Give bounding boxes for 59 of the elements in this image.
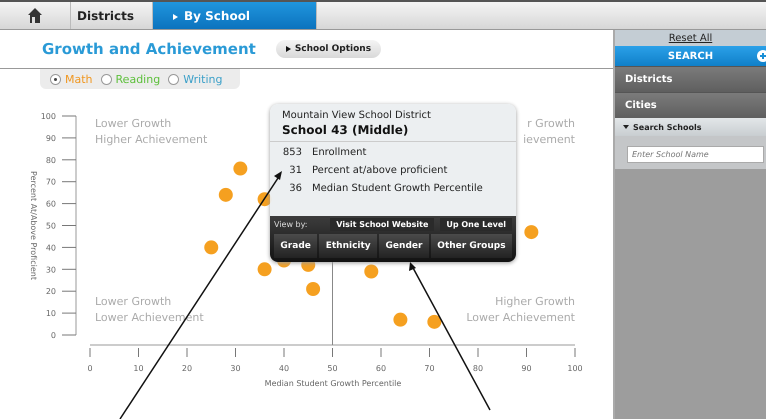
stat-label: Median Student Growth Percentile <box>312 183 483 195</box>
sidebar-section[interactable]: Districts <box>615 66 766 92</box>
tick-label: 100 <box>567 364 583 373</box>
stat-label: Enrollment <box>312 147 366 159</box>
stat-value: 36 <box>288 183 302 195</box>
data-point[interactable] <box>427 314 442 329</box>
quadrant-label: Lower Growth Higher Achievement <box>95 117 208 146</box>
tick-label: 80 <box>46 156 56 165</box>
tick-label: 30 <box>46 265 56 274</box>
tick-label: 40 <box>46 243 56 252</box>
tick-label: 0 <box>87 364 93 373</box>
stat-value: 31 <box>288 165 302 177</box>
radio-button[interactable] <box>168 74 180 84</box>
play-icon <box>286 46 291 52</box>
district-name: Mountain View School District <box>282 110 432 121</box>
nav-tab[interactable]: By School <box>153 2 317 29</box>
view-by-label: View by: <box>274 220 308 229</box>
options-button[interactable]: School Options <box>276 40 382 58</box>
tick-label: 20 <box>46 287 56 296</box>
tick-label: 60 <box>46 200 56 209</box>
group-button[interactable]: Grade <box>274 234 318 258</box>
play-icon <box>173 14 178 20</box>
sidebar-section[interactable]: Cities <box>615 92 766 118</box>
tick-label: 50 <box>46 222 56 230</box>
plus-icon[interactable] <box>757 50 766 62</box>
quadrant-label: Higher Growth Lower Achievement <box>466 295 575 324</box>
section-header[interactable]: Search Schools <box>615 118 766 136</box>
link-button[interactable]: Visit School Website <box>330 218 434 231</box>
tick-label: 40 <box>278 364 290 373</box>
tick-label: 50 <box>327 364 338 373</box>
tick-label: 70 <box>46 178 56 187</box>
stat-label: Percent at/above proficient <box>312 165 448 177</box>
tick-label: 20 <box>182 364 192 373</box>
quadrant-label: r Growth ievement <box>523 117 575 146</box>
school-name-field[interactable]: Enter School Name <box>627 146 764 163</box>
page-title: Growth and Achievement <box>42 40 256 58</box>
stat-value: 853 <box>282 147 302 159</box>
tick-label: 80 <box>472 364 484 373</box>
axis-label: Median Student Growth Percentile <box>264 379 402 388</box>
tick-label: 90 <box>46 134 56 143</box>
caret-icon <box>623 125 629 129</box>
tick-label: 90 <box>521 364 532 373</box>
group-button[interactable]: Other Groups <box>430 234 512 258</box>
tick-label: 70 <box>424 364 435 373</box>
axis-label: Percent At/Above Proficient <box>29 171 38 280</box>
group-button[interactable]: Gender <box>379 234 429 258</box>
home-icon[interactable] <box>28 8 42 24</box>
radio-button[interactable] <box>50 74 61 84</box>
link-button[interactable]: Up One Level <box>440 218 512 231</box>
tick-label: 30 <box>230 364 241 373</box>
group-button[interactable]: Ethnicity <box>319 234 378 258</box>
radio-button[interactable] <box>100 74 112 84</box>
tick-label: 10 <box>133 364 144 373</box>
tick-label: 10 <box>46 309 56 318</box>
tick-label: 0 <box>50 331 56 340</box>
search-header: SEARCH <box>615 46 766 66</box>
school-name: School 43 (Middle) <box>282 123 410 137</box>
tick-label: 100 <box>40 112 56 121</box>
tick-label: 60 <box>376 364 386 373</box>
